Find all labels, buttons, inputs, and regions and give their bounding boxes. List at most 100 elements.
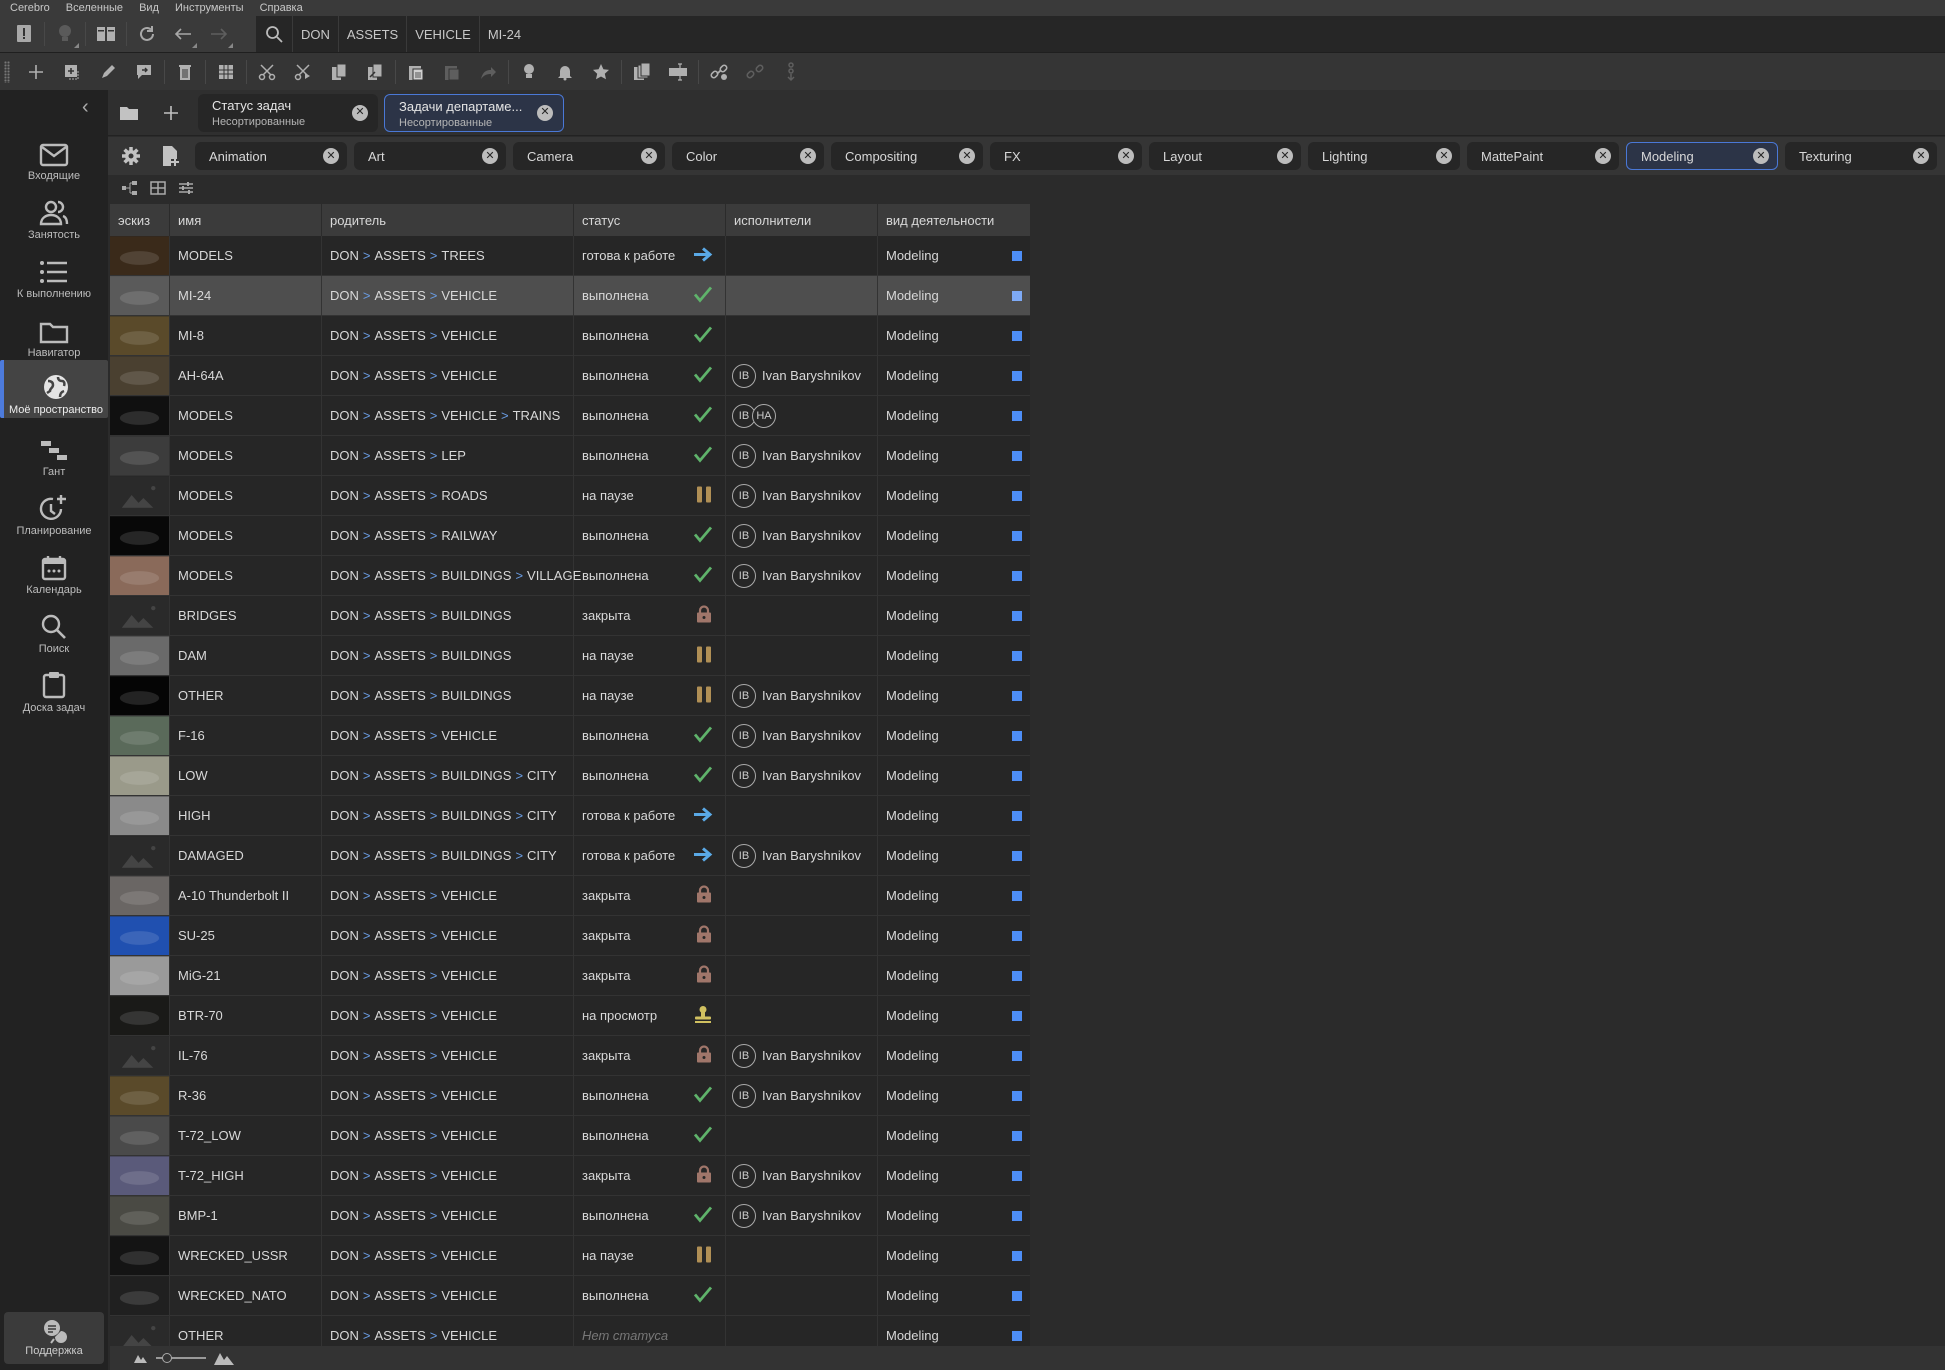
table-row[interactable]: MODELS DON > ASSETS > LEP выполнена IB Ivan Bary… — [110, 436, 1030, 476]
table-row[interactable]: BRIDGES DON > ASSETS > BUILDINGS закрыта Modeli… — [110, 596, 1030, 636]
remove-filter-icon[interactable]: ✕ — [323, 148, 339, 164]
status-cell[interactable]: выполнена — [574, 396, 726, 435]
activity-cell[interactable]: Modeling — [878, 436, 1030, 475]
activity-cell[interactable]: Modeling — [878, 1156, 1030, 1195]
assignees-cell[interactable] — [726, 876, 878, 915]
thumbnail-size-slider[interactable] — [156, 1353, 206, 1363]
path-segment[interactable]: ASSETS — [374, 688, 425, 703]
sidebar-item-my-space[interactable]: Моё пространство — [0, 360, 108, 418]
assignees-cell[interactable]: IB Ivan Baryshnikov — [726, 516, 878, 555]
paste-icon[interactable] — [398, 54, 434, 90]
filter-chip-art[interactable]: Art ✕ — [354, 142, 506, 170]
parent-path[interactable]: DON > ASSETS > VEHICLE — [322, 956, 574, 995]
thumbnail[interactable] — [110, 476, 170, 515]
assignees-cell[interactable]: IB HA — [726, 396, 878, 435]
task-name[interactable]: WRECKED_USSR — [170, 1236, 322, 1275]
assignees-cell[interactable] — [726, 236, 878, 275]
path-segment[interactable]: DON — [330, 1128, 359, 1143]
path-segment[interactable]: ROADS — [441, 488, 487, 503]
sidebar-item-workload[interactable]: Занятость — [0, 187, 108, 243]
avatar[interactable]: IB — [732, 763, 756, 788]
activity-cell[interactable]: Modeling — [878, 476, 1030, 515]
menu-help[interactable]: Справка — [250, 2, 309, 14]
avatar[interactable]: IB — [732, 1083, 756, 1108]
path-segment[interactable]: CITY — [527, 808, 557, 823]
message-icon[interactable] — [126, 54, 162, 90]
assignees-cell[interactable] — [726, 916, 878, 955]
avatar[interactable]: IB — [732, 1163, 756, 1188]
filter-chip-layout[interactable]: Layout ✕ — [1149, 142, 1301, 170]
path-segment[interactable]: VEHICLE — [441, 928, 497, 943]
path-segment[interactable]: DON — [330, 1168, 359, 1183]
filter-chip-mattepaint[interactable]: MattePaint ✕ — [1467, 142, 1619, 170]
activity-cell[interactable]: Modeling — [878, 356, 1030, 395]
path-segment[interactable]: DON — [330, 848, 359, 863]
activity-cell[interactable]: Modeling — [878, 796, 1030, 835]
table-row[interactable]: MODELS DON > ASSETS > BUILDINGS > VILLAGE выполн… — [110, 556, 1030, 596]
status-cell[interactable]: выполнена — [574, 756, 726, 795]
path-segment[interactable]: VEHICLE — [441, 1288, 497, 1303]
sidebar-item-gantt[interactable]: Гант — [0, 424, 108, 480]
parent-path[interactable]: DON > ASSETS > VEHICLE — [322, 1036, 574, 1075]
assignees-cell[interactable] — [726, 276, 878, 315]
table-row[interactable]: A-10 Thunderbolt II DON > ASSETS > VEHICLE зак… — [110, 876, 1030, 916]
status-cell[interactable]: выполнена — [574, 556, 726, 595]
thumbnail[interactable] — [110, 836, 170, 875]
table-row[interactable]: OTHER DON > ASSETS > BUILDINGS на паузе IB Ivan … — [110, 676, 1030, 716]
table-row[interactable]: LOW DON > ASSETS > BUILDINGS > CITY выполнена IB I… — [110, 756, 1030, 796]
activity-cell[interactable]: Modeling — [878, 396, 1030, 435]
parent-path[interactable]: DON > ASSETS > BUILDINGS > CITY — [322, 836, 574, 875]
path-segment[interactable]: DON — [330, 488, 359, 503]
path-segment[interactable]: BUILDINGS — [441, 808, 511, 823]
path-segment[interactable]: ASSETS — [374, 608, 425, 623]
thumbnail[interactable] — [110, 596, 170, 635]
task-name[interactable]: T-72_HIGH — [170, 1156, 322, 1195]
column-header-activity[interactable]: вид деятельности — [878, 204, 1030, 236]
path-segment[interactable]: ASSETS — [374, 248, 425, 263]
path-segment[interactable]: ASSETS — [374, 488, 425, 503]
activity-cell[interactable]: Modeling — [878, 1116, 1030, 1155]
activity-cell[interactable]: Modeling — [878, 716, 1030, 755]
path-segment[interactable]: DON — [330, 1008, 359, 1023]
path-segment[interactable]: BUILDINGS — [441, 688, 511, 703]
assignees-cell[interactable] — [726, 796, 878, 835]
path-segment[interactable]: DON — [330, 688, 359, 703]
chain-icon[interactable] — [773, 54, 809, 90]
parent-path[interactable]: DON > ASSETS > BUILDINGS — [322, 676, 574, 715]
thumbnail[interactable] — [110, 516, 170, 555]
parent-path[interactable]: DON > ASSETS > VEHICLE — [322, 276, 574, 315]
table-row[interactable]: MI-24 DON > ASSETS > VEHICLE выполнена Modeling — [110, 276, 1030, 316]
remove-filter-icon[interactable]: ✕ — [1118, 148, 1134, 164]
assignees-cell[interactable]: IB Ivan Baryshnikov — [726, 716, 878, 755]
status-cell[interactable]: выполнена — [574, 1276, 726, 1315]
path-segment[interactable]: ASSETS — [374, 568, 425, 583]
path-segment[interactable]: DON — [330, 288, 359, 303]
table-row[interactable]: MODELS DON > ASSETS > VEHICLE > TRAINS выполнена… — [110, 396, 1030, 436]
path-segment[interactable]: BUILDINGS — [441, 648, 511, 663]
assignees-cell[interactable]: IB Ivan Baryshnikov — [726, 1036, 878, 1075]
breadcrumb-assets[interactable]: ASSETS — [337, 16, 406, 52]
close-tab-icon[interactable]: ✕ — [352, 104, 368, 121]
column-header-parent[interactable]: родитель — [322, 204, 574, 236]
task-name[interactable]: WRECKED_NATO — [170, 1276, 322, 1315]
activity-cell[interactable]: Modeling — [878, 876, 1030, 915]
todo-icon[interactable] — [6, 16, 42, 52]
sidebar-item-task-board[interactable]: Доска задач — [0, 660, 108, 716]
thumbnail[interactable] — [110, 996, 170, 1035]
breadcrumb-mi24[interactable]: MI-24 — [478, 16, 529, 52]
status-cell[interactable]: на паузе — [574, 676, 726, 715]
share-icon[interactable] — [470, 54, 506, 90]
folder-icon[interactable] — [108, 93, 150, 133]
resize-icon[interactable] — [660, 54, 696, 90]
path-segment[interactable]: VEHICLE — [441, 1168, 497, 1183]
path-segment[interactable]: DON — [330, 728, 359, 743]
menu-universes[interactable]: Вселенные — [56, 2, 129, 14]
path-segment[interactable]: ASSETS — [374, 1088, 425, 1103]
path-segment[interactable]: VEHICLE — [441, 1048, 497, 1063]
sidebar-item-inbox[interactable]: Входящие — [0, 128, 108, 184]
parent-path[interactable]: DON > ASSETS > VEHICLE — [322, 1276, 574, 1315]
thumbnail[interactable] — [110, 716, 170, 755]
activity-cell[interactable]: Modeling — [878, 1036, 1030, 1075]
sidebar-item-calendar[interactable]: Календарь — [0, 542, 108, 598]
filter-chip-camera[interactable]: Camera ✕ — [513, 142, 665, 170]
